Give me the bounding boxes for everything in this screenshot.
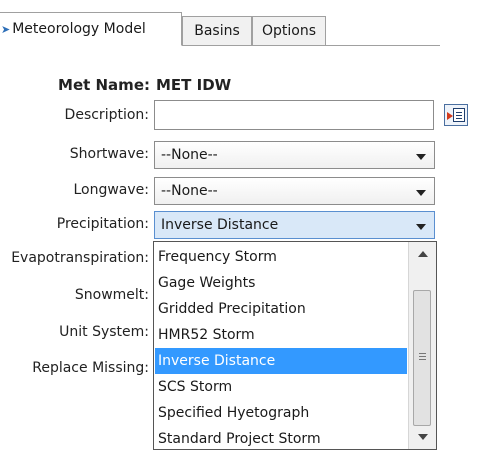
scroll-up-icon[interactable]: [418, 251, 428, 257]
dropdown-option-scs-storm[interactable]: SCS Storm: [155, 374, 407, 400]
tab-basins[interactable]: Basins: [182, 16, 252, 46]
longwave-select[interactable]: --None--: [154, 177, 435, 205]
met-name-value: MET IDW: [156, 76, 232, 94]
grip-line: [419, 353, 426, 354]
dropdown-option-frequency-storm[interactable]: Frequency Storm: [155, 244, 407, 270]
precipitation-value: Inverse Distance: [161, 217, 279, 233]
chevron-down-icon: [416, 224, 426, 230]
dropdown-option-specified-hyetograph[interactable]: Specified Hyetograph: [155, 400, 407, 426]
description-label: Description:: [64, 107, 149, 123]
arrow-right-icon: [447, 112, 453, 120]
dropdown-option-standard-project-storm[interactable]: Standard Project Storm: [155, 426, 407, 452]
tab-meteorology-model[interactable]: ➤ Meteorology Model: [0, 12, 182, 46]
dropdown-option-inverse-distance[interactable]: Inverse Distance: [155, 348, 407, 374]
unit-system-label: Unit System:: [59, 324, 149, 340]
snowmelt-label: Snowmelt:: [74, 287, 149, 303]
grip-line: [419, 359, 426, 360]
precipitation-dropdown-list[interactable]: Frequency Storm Gage Weights Gridded Pre…: [153, 241, 437, 450]
dropdown-option-gridded-precipitation[interactable]: Gridded Precipitation: [155, 296, 407, 322]
tab-options[interactable]: Options: [252, 16, 326, 46]
description-input[interactable]: [154, 100, 434, 130]
dropdown-option-hmr52-storm[interactable]: HMR52 Storm: [155, 322, 407, 348]
shortwave-label: Shortwave:: [69, 146, 149, 162]
meteorology-model-panel: ➤ Meteorology Model Basins Options Met N…: [0, 0, 482, 459]
met-name-label: Met Name:: [58, 76, 150, 94]
precipitation-select[interactable]: Inverse Distance: [154, 211, 435, 239]
evapotranspiration-label: Evapotranspiration:: [11, 250, 149, 266]
scrollbar-thumb[interactable]: [413, 290, 431, 426]
document-icon: [453, 108, 465, 122]
dropdown-option-gage-weights[interactable]: Gage Weights: [155, 270, 407, 296]
longwave-value: --None--: [161, 183, 218, 199]
scroll-down-icon[interactable]: [418, 434, 428, 440]
longwave-label: Longwave:: [73, 182, 149, 198]
dropdown-scrollbar[interactable]: [408, 242, 436, 449]
precipitation-label: Precipitation:: [56, 216, 149, 232]
shortwave-select[interactable]: --None--: [154, 141, 435, 169]
tab-label: Basins: [194, 23, 240, 39]
grip-line: [419, 356, 426, 357]
meteorology-model-icon: ➤: [1, 22, 11, 36]
replace-missing-label: Replace Missing:: [32, 360, 149, 376]
chevron-down-icon: [416, 154, 426, 160]
shortwave-value: --None--: [161, 147, 218, 163]
chevron-down-icon: [416, 190, 426, 196]
tab-label: Options: [261, 23, 317, 39]
tab-label: Meteorology Model: [12, 21, 146, 37]
tab-bar: ➤ Meteorology Model Basins Options: [0, 0, 482, 46]
description-editor-button[interactable]: [444, 104, 468, 126]
